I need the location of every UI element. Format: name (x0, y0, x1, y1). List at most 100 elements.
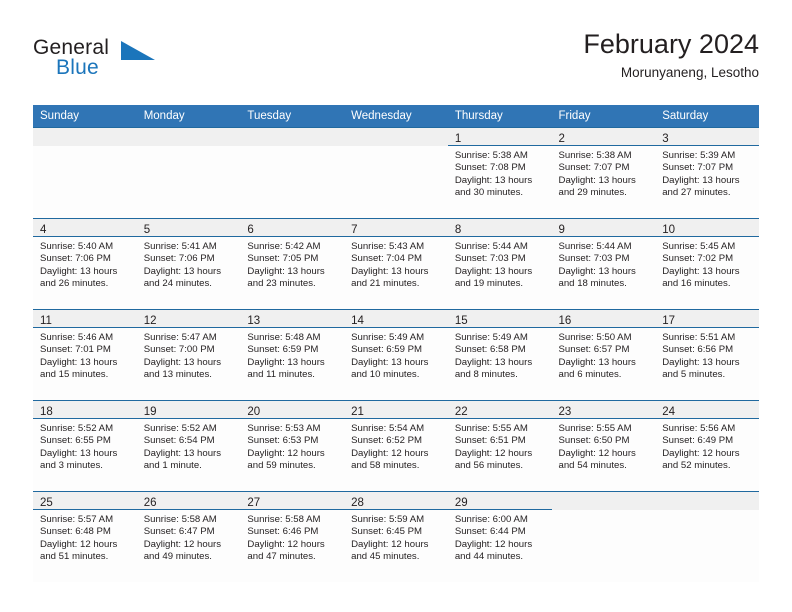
day-details: Sunrise: 5:45 AM Sunset: 7:02 PM Daylight:… (655, 237, 759, 291)
daylight-text-line1: Daylight: 13 hours (454, 174, 533, 186)
calendar-day-cell[interactable]: 9 Sunrise: 5:44 AM Sunset: 7:03 PM Daylight… (551, 218, 656, 310)
day-cell-content: 14 Sunrise: 5:49 AM Sunset: 6:59 PM Dayligh… (344, 310, 448, 400)
day-number: 16 (558, 315, 572, 327)
calendar-empty-cell (33, 127, 137, 219)
calendar-day-cell[interactable]: 11 Sunrise: 5:46 AM Sunset: 7:01 PM Dayligh… (33, 309, 137, 401)
calendar-day-cell[interactable]: 26 Sunrise: 5:58 AM Sunset: 6:47 PM Dayligh… (136, 491, 241, 582)
day-number: 25 (40, 497, 53, 509)
day-number-band: 25 (33, 492, 137, 510)
day-cell-content (551, 492, 656, 582)
calendar-day-cell[interactable]: 24 Sunrise: 5:56 AM Sunset: 6:49 PM Dayligh… (655, 400, 759, 492)
calendar-day-cell[interactable]: 27 Sunrise: 5:58 AM Sunset: 6:46 PM Dayligh… (240, 491, 345, 582)
sunrise-text: Sunrise: 5:55 AM (558, 423, 632, 434)
calendar-day-cell[interactable]: 23 Sunrise: 5:55 AM Sunset: 6:50 PM Dayligh… (551, 400, 656, 492)
calendar-day-cell[interactable]: 8 Sunrise: 5:44 AM Sunset: 7:03 PM Daylight… (447, 218, 552, 310)
day-details: Sunrise: 5:54 AM Sunset: 6:52 PM Daylight:… (344, 419, 448, 473)
calendar-day-cell[interactable]: 17 Sunrise: 5:51 AM Sunset: 6:56 PM Dayligh… (655, 309, 759, 401)
day-number: 1 (454, 133, 462, 145)
daylight-text-line2: and 58 minutes. (351, 460, 420, 472)
day-cell-content: 8 Sunrise: 5:44 AM Sunset: 7:03 PM Daylight… (447, 219, 552, 309)
daylight-text-line1: Daylight: 12 hours (351, 538, 429, 550)
calendar-day-cell[interactable]: 21 Sunrise: 5:54 AM Sunset: 6:52 PM Dayligh… (344, 400, 448, 492)
daylight-text-line2: and 45 minutes. (351, 551, 420, 563)
calendar-day-cell[interactable]: 5 Sunrise: 5:41 AM Sunset: 7:06 PM Daylight… (136, 218, 241, 310)
sunrise-text: Sunrise: 5:39 AM (662, 150, 736, 161)
daylight-text-line1: Daylight: 13 hours (558, 356, 636, 368)
day-cell-content: 23 Sunrise: 5:55 AM Sunset: 6:50 PM Dayligh… (551, 401, 656, 491)
sunrise-text: Sunrise: 5:58 AM (247, 514, 321, 525)
calendar-day-cell[interactable]: 20 Sunrise: 5:53 AM Sunset: 6:53 PM Dayligh… (240, 400, 345, 492)
day-details: Sunrise: 5:50 AM Sunset: 6:57 PM Daylight:… (552, 328, 656, 382)
weekday-header-tuesday: Tuesday (240, 105, 345, 128)
sunrise-text: Sunrise: 5:43 AM (351, 241, 425, 252)
calendar-day-cell[interactable]: 7 Sunrise: 5:43 AM Sunset: 7:04 PM Daylight… (344, 218, 448, 310)
day-number: 12 (143, 315, 157, 327)
sunrise-text: Sunrise: 5:47 AM (143, 332, 217, 343)
day-details: Sunrise: 5:58 AM Sunset: 6:47 PM Daylight:… (137, 510, 241, 564)
sunset-text: Sunset: 7:05 PM (247, 253, 319, 265)
calendar-day-cell[interactable]: 16 Sunrise: 5:50 AM Sunset: 6:57 PM Dayligh… (551, 309, 656, 401)
sunset-text: Sunset: 6:46 PM (247, 526, 319, 538)
title-block: February 2024 Morunyaneng, Lesotho (583, 28, 759, 83)
day-cell-content: 10 Sunrise: 5:45 AM Sunset: 7:02 PM Dayligh… (655, 219, 759, 309)
calendar-day-cell[interactable]: 19 Sunrise: 5:52 AM Sunset: 6:54 PM Dayligh… (136, 400, 241, 492)
calendar-day-cell[interactable]: 14 Sunrise: 5:49 AM Sunset: 6:59 PM Dayligh… (344, 309, 448, 401)
daylight-text-line2: and 10 minutes. (351, 369, 420, 381)
day-details: Sunrise: 6:00 AM Sunset: 6:44 PM Daylight:… (448, 510, 552, 564)
day-details: Sunrise: 5:49 AM Sunset: 6:58 PM Daylight:… (448, 328, 552, 382)
daylight-text-line2: and 23 minutes. (247, 278, 316, 290)
calendar-day-cell[interactable]: 15 Sunrise: 5:49 AM Sunset: 6:58 PM Dayligh… (447, 309, 552, 401)
sunset-text: Sunset: 6:54 PM (143, 435, 215, 447)
daylight-text-line2: and 54 minutes. (558, 460, 627, 472)
day-number: 2 (558, 133, 565, 145)
day-details: Sunrise: 5:53 AM Sunset: 6:53 PM Daylight:… (240, 419, 344, 473)
day-cell-content: 13 Sunrise: 5:48 AM Sunset: 6:59 PM Dayligh… (240, 310, 345, 400)
calendar-day-cell[interactable]: 22 Sunrise: 5:55 AM Sunset: 6:51 PM Dayligh… (447, 400, 552, 492)
calendar-day-cell[interactable]: 4 Sunrise: 5:40 AM Sunset: 7:06 PM Daylight… (33, 218, 137, 310)
daylight-text-line1: Daylight: 13 hours (351, 265, 429, 277)
calendar-day-cell[interactable]: 28 Sunrise: 5:59 AM Sunset: 6:45 PM Dayligh… (344, 491, 448, 582)
calendar-day-cell[interactable]: 6 Sunrise: 5:42 AM Sunset: 7:05 PM Daylight… (240, 218, 345, 310)
day-number: 7 (351, 224, 358, 236)
day-number: 9 (558, 224, 565, 236)
sunset-text: Sunset: 6:59 PM (351, 344, 423, 356)
sunrise-text: Sunrise: 5:46 AM (40, 332, 114, 343)
daylight-text-line2: and 26 minutes. (40, 278, 109, 290)
sunset-text: Sunset: 7:06 PM (143, 253, 215, 265)
day-number-band: 4 (33, 219, 137, 237)
day-number-band: 2 (551, 128, 656, 146)
calendar-day-cell[interactable]: 1 Sunrise: 5:38 AM Sunset: 7:08 PM Daylight… (447, 127, 552, 219)
calendar-day-cell[interactable]: 2 Sunrise: 5:38 AM Sunset: 7:07 PM Daylight… (551, 127, 656, 219)
calendar-day-cell[interactable]: 29 Sunrise: 6:00 AM Sunset: 6:44 PM Dayligh… (447, 491, 552, 582)
calendar-day-cell[interactable]: 25 Sunrise: 5:57 AM Sunset: 6:48 PM Dayligh… (33, 491, 137, 582)
brand-triangle-icon (121, 41, 155, 60)
daylight-text-line2: and 56 minutes. (454, 460, 524, 472)
daylight-text-line1: Daylight: 13 hours (143, 447, 222, 459)
daylight-text-line1: Daylight: 13 hours (143, 356, 222, 368)
daylight-text-line2: and 19 minutes. (454, 278, 524, 290)
sunrise-sunset-calendar: Sunday Monday Tuesday Wednesday Thursday… (33, 105, 759, 582)
calendar-week-row: 18 Sunrise: 5:52 AM Sunset: 6:55 PM Dayligh… (33, 400, 759, 492)
day-cell-content: 26 Sunrise: 5:58 AM Sunset: 6:47 PM Dayligh… (136, 492, 241, 582)
day-number-band: 10 (655, 219, 759, 237)
sunrise-text: Sunrise: 5:49 AM (454, 332, 528, 343)
day-number-band: 26 (136, 492, 241, 510)
day-cell-content: 28 Sunrise: 5:59 AM Sunset: 6:45 PM Dayligh… (344, 492, 448, 582)
calendar-day-cell[interactable]: 13 Sunrise: 5:48 AM Sunset: 6:59 PM Dayligh… (240, 309, 345, 401)
daylight-text-line2: and 6 minutes. (558, 369, 622, 381)
daylight-text-line2: and 52 minutes. (662, 460, 731, 472)
calendar-empty-cell (240, 127, 345, 219)
day-number-band: 3 (655, 128, 759, 146)
calendar-day-cell[interactable]: 3 Sunrise: 5:39 AM Sunset: 7:07 PM Daylight… (655, 127, 759, 219)
day-cell-content: 6 Sunrise: 5:42 AM Sunset: 7:05 PM Daylight… (240, 219, 345, 309)
daylight-text-line2: and 27 minutes. (662, 187, 731, 199)
day-number: 15 (454, 315, 468, 327)
calendar-day-cell[interactable]: 12 Sunrise: 5:47 AM Sunset: 7:00 PM Dayligh… (136, 309, 241, 401)
calendar-page: General Blue February 2024 Morunyaneng, … (0, 0, 792, 612)
calendar-day-cell[interactable]: 18 Sunrise: 5:52 AM Sunset: 6:55 PM Dayligh… (33, 400, 137, 492)
day-cell-content: 27 Sunrise: 5:58 AM Sunset: 6:46 PM Dayligh… (240, 492, 345, 582)
calendar-day-cell[interactable]: 10 Sunrise: 5:45 AM Sunset: 7:02 PM Dayligh… (655, 218, 759, 310)
daylight-text-line1: Daylight: 13 hours (558, 265, 636, 277)
day-details: Sunrise: 5:48 AM Sunset: 6:59 PM Daylight:… (240, 328, 344, 382)
daylight-text-line1: Daylight: 12 hours (40, 538, 118, 550)
